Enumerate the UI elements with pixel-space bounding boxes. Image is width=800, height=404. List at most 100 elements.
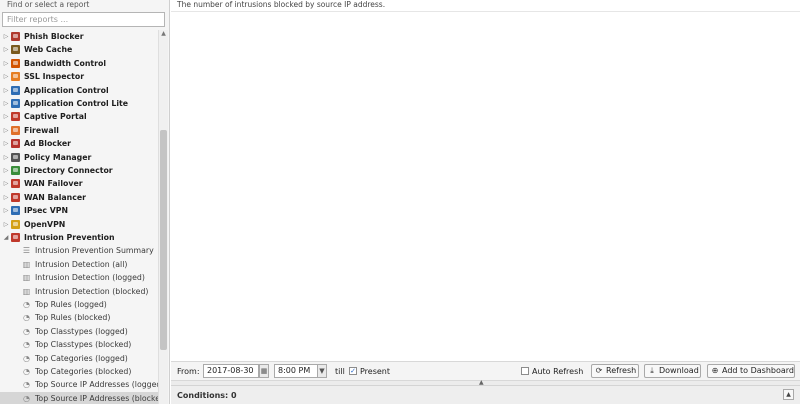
tree-app-node[interactable]: ▷ Directory Connector <box>0 164 158 177</box>
tree-app-node[interactable]: ▷ Phish Blocker <box>0 30 158 43</box>
tree-app-node[interactable]: ▷ WAN Failover <box>0 177 158 190</box>
tree-app-node[interactable]: ▷ Policy Manager <box>0 151 158 164</box>
add-to-dashboard-button[interactable]: ⊕ Add to Dashboard <box>707 364 795 378</box>
download-icon: ⤓ <box>650 366 654 375</box>
tree-report-label: Top Classtypes (logged) <box>35 326 128 336</box>
pie-chart-icon: ◔ <box>23 393 30 403</box>
app-icon <box>11 58 20 68</box>
tree-app-node[interactable]: ▷ Bandwidth Control <box>0 57 158 70</box>
tree-app-label: Ad Blocker <box>24 139 72 149</box>
expand-arrow-icon[interactable]: ▷ <box>3 70 9 83</box>
tree-app-node[interactable]: ▷ Ad Blocker <box>0 137 158 150</box>
pie-chart-icon: ◔ <box>23 300 30 309</box>
expand-arrow-icon[interactable]: ▷ <box>3 218 9 231</box>
filter-reports-input[interactable] <box>2 12 165 27</box>
pie-chart-icon: ◔ <box>23 353 30 363</box>
tree-app-node[interactable]: ▷ SSL Inspector <box>0 70 158 83</box>
date-field[interactable]: 2017-08-30 <box>203 364 259 378</box>
scrollbar-thumb[interactable] <box>160 130 167 350</box>
tree-report-label: Top Categories (logged) <box>35 353 128 363</box>
tree-report-node[interactable]: ◔ Top Categories (logged) <box>0 352 158 365</box>
sidebar-title: Find or select a report <box>7 0 90 9</box>
tree-app-node[interactable]: ▷ WAN Balancer <box>0 191 158 204</box>
tree-app-label: OpenVPN <box>24 219 66 229</box>
tree-app-node[interactable]: ▷ Application Control Lite <box>0 97 158 110</box>
expand-arrow-icon[interactable]: ▷ <box>3 43 9 56</box>
tree-report-node[interactable]: ◔ Top Classtypes (logged) <box>0 325 158 338</box>
calendar-icon[interactable]: ▦ <box>259 364 269 378</box>
tree-report-node[interactable]: ▥ Intrusion Detection (blocked) <box>0 285 158 298</box>
expand-arrow-icon[interactable]: ▷ <box>3 204 9 217</box>
auto-refresh-checkbox[interactable] <box>521 367 529 375</box>
app-icon <box>11 139 20 149</box>
app-icon <box>11 206 20 216</box>
plus-circle-icon: ⊕ <box>711 366 719 375</box>
present-label[interactable]: Present <box>360 365 390 378</box>
app-icon <box>11 125 20 135</box>
tree-report-label: Intrusion Detection (all) <box>35 259 128 269</box>
refresh-button[interactable]: ⟳ Refresh <box>591 364 639 378</box>
tree-app-label: Application Control Lite <box>24 99 129 108</box>
expand-arrow-icon[interactable]: ▷ <box>3 57 9 70</box>
chevron-down-icon[interactable]: ▼ <box>317 364 327 378</box>
expand-arrow-icon[interactable]: ▷ <box>3 164 9 177</box>
from-label: From: <box>177 367 200 376</box>
add-to-dashboard-label: Add to Dashboard <box>722 366 795 375</box>
expand-conditions-icon[interactable]: ▲ <box>783 389 794 400</box>
tree-app-label: Intrusion Prevention <box>24 233 115 242</box>
tree-app-node[interactable]: ▷ Application Control <box>0 84 158 97</box>
app-icon <box>11 99 20 108</box>
tree-report-node[interactable]: ◔ Top Source IP Addresses (logged) <box>0 378 158 391</box>
tree-app-label: Web Cache <box>24 45 73 55</box>
collapse-arrow-icon[interactable]: ◢ <box>3 231 9 244</box>
expand-arrow-icon[interactable]: ▷ <box>3 30 9 43</box>
auto-refresh-label[interactable]: Auto Refresh <box>532 365 583 378</box>
expand-arrow-icon[interactable]: ▷ <box>3 151 9 164</box>
app-icon <box>11 32 20 41</box>
tree-report-label: Top Source IP Addresses (logged) <box>35 380 158 390</box>
download-button-label: Download <box>659 366 699 375</box>
tree-report-node[interactable]: ▥ Intrusion Detection (logged) <box>0 271 158 284</box>
app-icon <box>11 166 20 175</box>
tree-report-label: Top Source IP Addresses (blocked) <box>35 393 158 403</box>
tree-report-node[interactable]: ◔ Top Rules (logged) <box>0 298 158 311</box>
expand-arrow-icon[interactable]: ▷ <box>3 97 9 110</box>
header-divider <box>171 11 800 12</box>
tree-report-node[interactable]: ◔ Top Rules (blocked) <box>0 311 158 324</box>
tree-app-label: WAN Failover <box>24 179 83 189</box>
tree-app-node[interactable]: ▷ Captive Portal <box>0 110 158 123</box>
tree-report-label: Top Classtypes (blocked) <box>35 340 132 350</box>
expand-arrow-icon[interactable]: ▷ <box>3 124 9 137</box>
app-icon <box>11 45 20 55</box>
tree-report-node[interactable]: ▥ Intrusion Detection (all) <box>0 258 158 271</box>
expand-arrow-icon[interactable]: ▷ <box>3 177 9 190</box>
download-button[interactable]: ⤓ Download <box>644 364 701 378</box>
tree-report-node[interactable]: ◔ Top Categories (blocked) <box>0 365 158 378</box>
tree-app-node[interactable]: ◢ Intrusion Prevention <box>0 231 158 244</box>
tree-report-label: Intrusion Detection (logged) <box>35 273 145 283</box>
present-checkbox[interactable]: ✓ <box>349 367 357 375</box>
bar-chart-icon: ▥ <box>22 286 31 296</box>
tree-scrollbar[interactable]: ▲ <box>158 30 168 404</box>
tree-app-node[interactable]: ▷ Web Cache <box>0 43 158 56</box>
tree-app-label: IPsec VPN <box>24 206 69 216</box>
bar-chart-icon: ▥ <box>22 259 31 269</box>
expand-arrow-icon[interactable]: ▷ <box>3 110 9 123</box>
time-field[interactable]: 8:00 PM <box>274 364 318 378</box>
tree-app-node[interactable]: ▷ IPsec VPN <box>0 204 158 217</box>
tree-app-label: Bandwidth Control <box>24 58 107 68</box>
expand-arrow-icon[interactable]: ▷ <box>3 191 9 204</box>
app-icon <box>11 192 20 202</box>
app-icon <box>11 152 20 162</box>
tree-report-label: Intrusion Prevention Summary <box>35 246 154 256</box>
tree-report-node[interactable]: ◔ Top Source IP Addresses (blocked) <box>0 391 158 404</box>
tree-app-label: Application Control <box>24 85 109 95</box>
tree-app-node[interactable]: ▷ Firewall <box>0 124 158 137</box>
tree-report-node[interactable]: ☰ Intrusion Prevention Summary <box>0 244 158 257</box>
tree-app-node[interactable]: ▷ OpenVPN <box>0 218 158 231</box>
tree-report-node[interactable]: ◔ Top Classtypes (blocked) <box>0 338 158 351</box>
expand-arrow-icon[interactable]: ▷ <box>3 137 9 150</box>
scroll-up-arrow-icon[interactable]: ▲ <box>159 30 168 38</box>
tree-app-label: SSL Inspector <box>24 72 85 82</box>
expand-arrow-icon[interactable]: ▷ <box>3 84 9 97</box>
